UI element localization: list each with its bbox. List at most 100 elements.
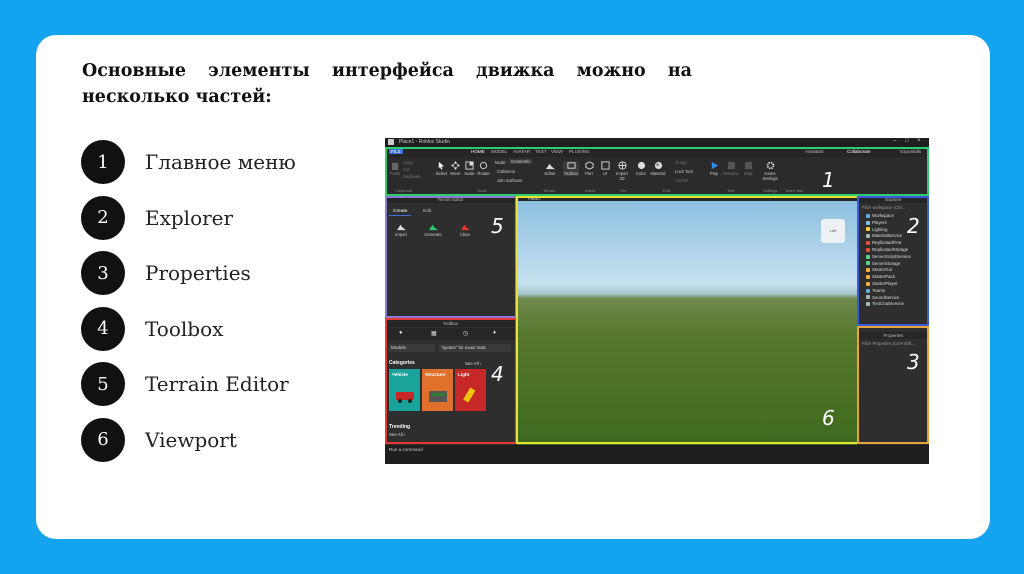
list-item[interactable]: SoundService (866, 295, 911, 302)
rotate-tool[interactable]: Rotate (477, 161, 490, 176)
scale-tool[interactable]: Scale (463, 161, 476, 176)
list-item[interactable]: Players (866, 220, 911, 227)
user-name[interactable]: ExpoSkills (900, 149, 921, 154)
import-3d-button[interactable]: Import 3D (615, 161, 629, 181)
rotate-icon (479, 161, 488, 170)
list-item[interactable]: StarterGui (866, 267, 911, 274)
paste-icon (391, 162, 398, 170)
category-select[interactable]: Models (389, 344, 435, 352)
list-item[interactable]: MaterialService (866, 233, 911, 240)
ui-button[interactable]: UI (599, 161, 611, 176)
toolbox-button[interactable]: Toolbox (563, 161, 579, 176)
list-item[interactable]: ServerStorage (866, 261, 911, 268)
menu-model[interactable]: MODEL (491, 149, 507, 154)
cursor-icon (438, 161, 445, 170)
join-surfaces-toggle[interactable]: Join Surfaces (497, 178, 522, 183)
select-label: Select (435, 171, 448, 176)
tab-create[interactable]: Create (389, 208, 412, 216)
menu-plugins[interactable]: PLUGINS (569, 149, 589, 154)
list-item[interactable]: ReplicatedStorage (866, 247, 911, 254)
select-tool[interactable]: Select (435, 161, 448, 176)
anchor-button[interactable]: Anchor (675, 178, 688, 183)
move-label: Move (450, 171, 461, 176)
list-item[interactable]: TextChatService (866, 301, 911, 308)
item-label: TextChatService (872, 301, 904, 307)
copy-button[interactable]: Copy (403, 160, 413, 165)
toolbox-tabs: ● ▦ ◷ ♦ (385, 328, 516, 340)
item-number: 2 (81, 195, 125, 240)
menu-file[interactable]: FILE (389, 149, 403, 154)
list-item[interactable]: ReplicatedFirst (866, 240, 911, 247)
list-item[interactable]: Teams (866, 288, 911, 295)
inventory-tab-icon[interactable]: ● (399, 330, 403, 336)
terrain-editor-button[interactable]: Editor (543, 161, 557, 176)
stop-button[interactable]: Stop (741, 161, 755, 176)
mode-select[interactable]: Geometric (509, 159, 533, 164)
terrain-generate-button[interactable]: Generate (421, 222, 445, 237)
categories-label: Categories (389, 360, 415, 366)
stop-icon (744, 161, 752, 170)
play-icon (711, 161, 718, 170)
game-settings-button[interactable]: Game Settings (759, 161, 781, 181)
window-titlebar: Place1 - Roblox Studio – □ × (385, 138, 929, 147)
collisions-toggle[interactable]: Collisions (497, 169, 515, 174)
list-item[interactable]: Lighting (866, 227, 911, 234)
maximize-icon[interactable]: □ (905, 138, 909, 144)
command-bar: Run a command (385, 445, 929, 464)
grid-tab-icon[interactable]: ▦ (431, 330, 437, 337)
minimize-icon[interactable]: – (893, 138, 896, 144)
item-label: Explorer (145, 205, 234, 230)
menu-test[interactable]: TEST (535, 149, 547, 154)
editor-label: Editor (544, 171, 556, 176)
menu-home[interactable]: HOME (471, 149, 485, 154)
list-item[interactable]: StarterPlayer (866, 281, 911, 288)
annotation-2: 2 (907, 214, 920, 238)
part-button[interactable]: Part (583, 161, 595, 176)
terrain-clear-label: Clear (459, 232, 470, 237)
toolbox-search-input[interactable]: "quotes" for exact matc (439, 344, 511, 352)
studio-screenshot: Place1 - Roblox Studio – □ × FILE HOME M… (385, 138, 929, 464)
command-input[interactable]: Run a command (389, 447, 423, 452)
category-tile-structure[interactable]: Structure (422, 369, 453, 411)
explorer-filter-input[interactable]: Filter workspace (Ctrl... (862, 205, 922, 210)
bulb-tab-icon[interactable]: ♦ (493, 330, 496, 336)
item-label: StarterPlayer (872, 280, 898, 286)
color-button[interactable]: Color (634, 161, 648, 176)
close-icon[interactable]: × (917, 138, 921, 144)
view-cube[interactable]: Left (821, 219, 845, 243)
group-button[interactable]: Group (675, 160, 687, 165)
material-icon (654, 161, 662, 170)
category-tile-vehicle[interactable]: Vehicle (389, 369, 420, 411)
toolbox-icon (566, 162, 576, 169)
trending-see-all-link[interactable]: See All › (389, 432, 405, 437)
tile-label: Light (458, 372, 470, 377)
duplicate-button[interactable]: Duplicate (403, 174, 420, 179)
category-tile-light[interactable]: Light (455, 369, 486, 411)
list-item[interactable]: Workspace (866, 213, 911, 220)
menu-avatar[interactable]: AVATAR (513, 149, 530, 154)
terrain-import-button[interactable]: Import (391, 222, 411, 237)
list-item[interactable]: StarterPack (866, 274, 911, 281)
lock-tool-button[interactable]: Lock Tool (675, 169, 693, 174)
paste-button[interactable]: Paste (389, 161, 401, 176)
properties-filter-input[interactable]: Filter Properties (Ctrl+Shift... (862, 341, 924, 346)
building-icon (429, 391, 447, 402)
play-button[interactable]: Play (707, 161, 721, 176)
see-all-link[interactable]: See All › (465, 361, 481, 366)
stop-label: Stop (743, 171, 753, 176)
terrain-clear-button[interactable]: Clear (455, 222, 475, 237)
list-item[interactable]: ServerScriptService (866, 254, 911, 261)
resume-button[interactable]: Resume (723, 161, 739, 176)
recent-tab-icon[interactable]: ◷ (463, 330, 468, 337)
list-item: 1 Главное меню (81, 140, 296, 184)
cut-button[interactable]: Cut (403, 167, 410, 172)
tab-edit[interactable]: Edit (423, 209, 431, 214)
menu-view[interactable]: VIEW (551, 149, 563, 154)
move-tool[interactable]: Move (449, 161, 462, 176)
tile-label: Structure (425, 372, 446, 377)
assistant-button[interactable]: Assistant (805, 149, 824, 154)
viewport[interactable]: Left (517, 201, 857, 445)
properties-title: Properties (858, 332, 929, 339)
collaborate-button[interactable]: Collaborate (847, 149, 871, 154)
material-button[interactable]: Material (650, 161, 666, 176)
